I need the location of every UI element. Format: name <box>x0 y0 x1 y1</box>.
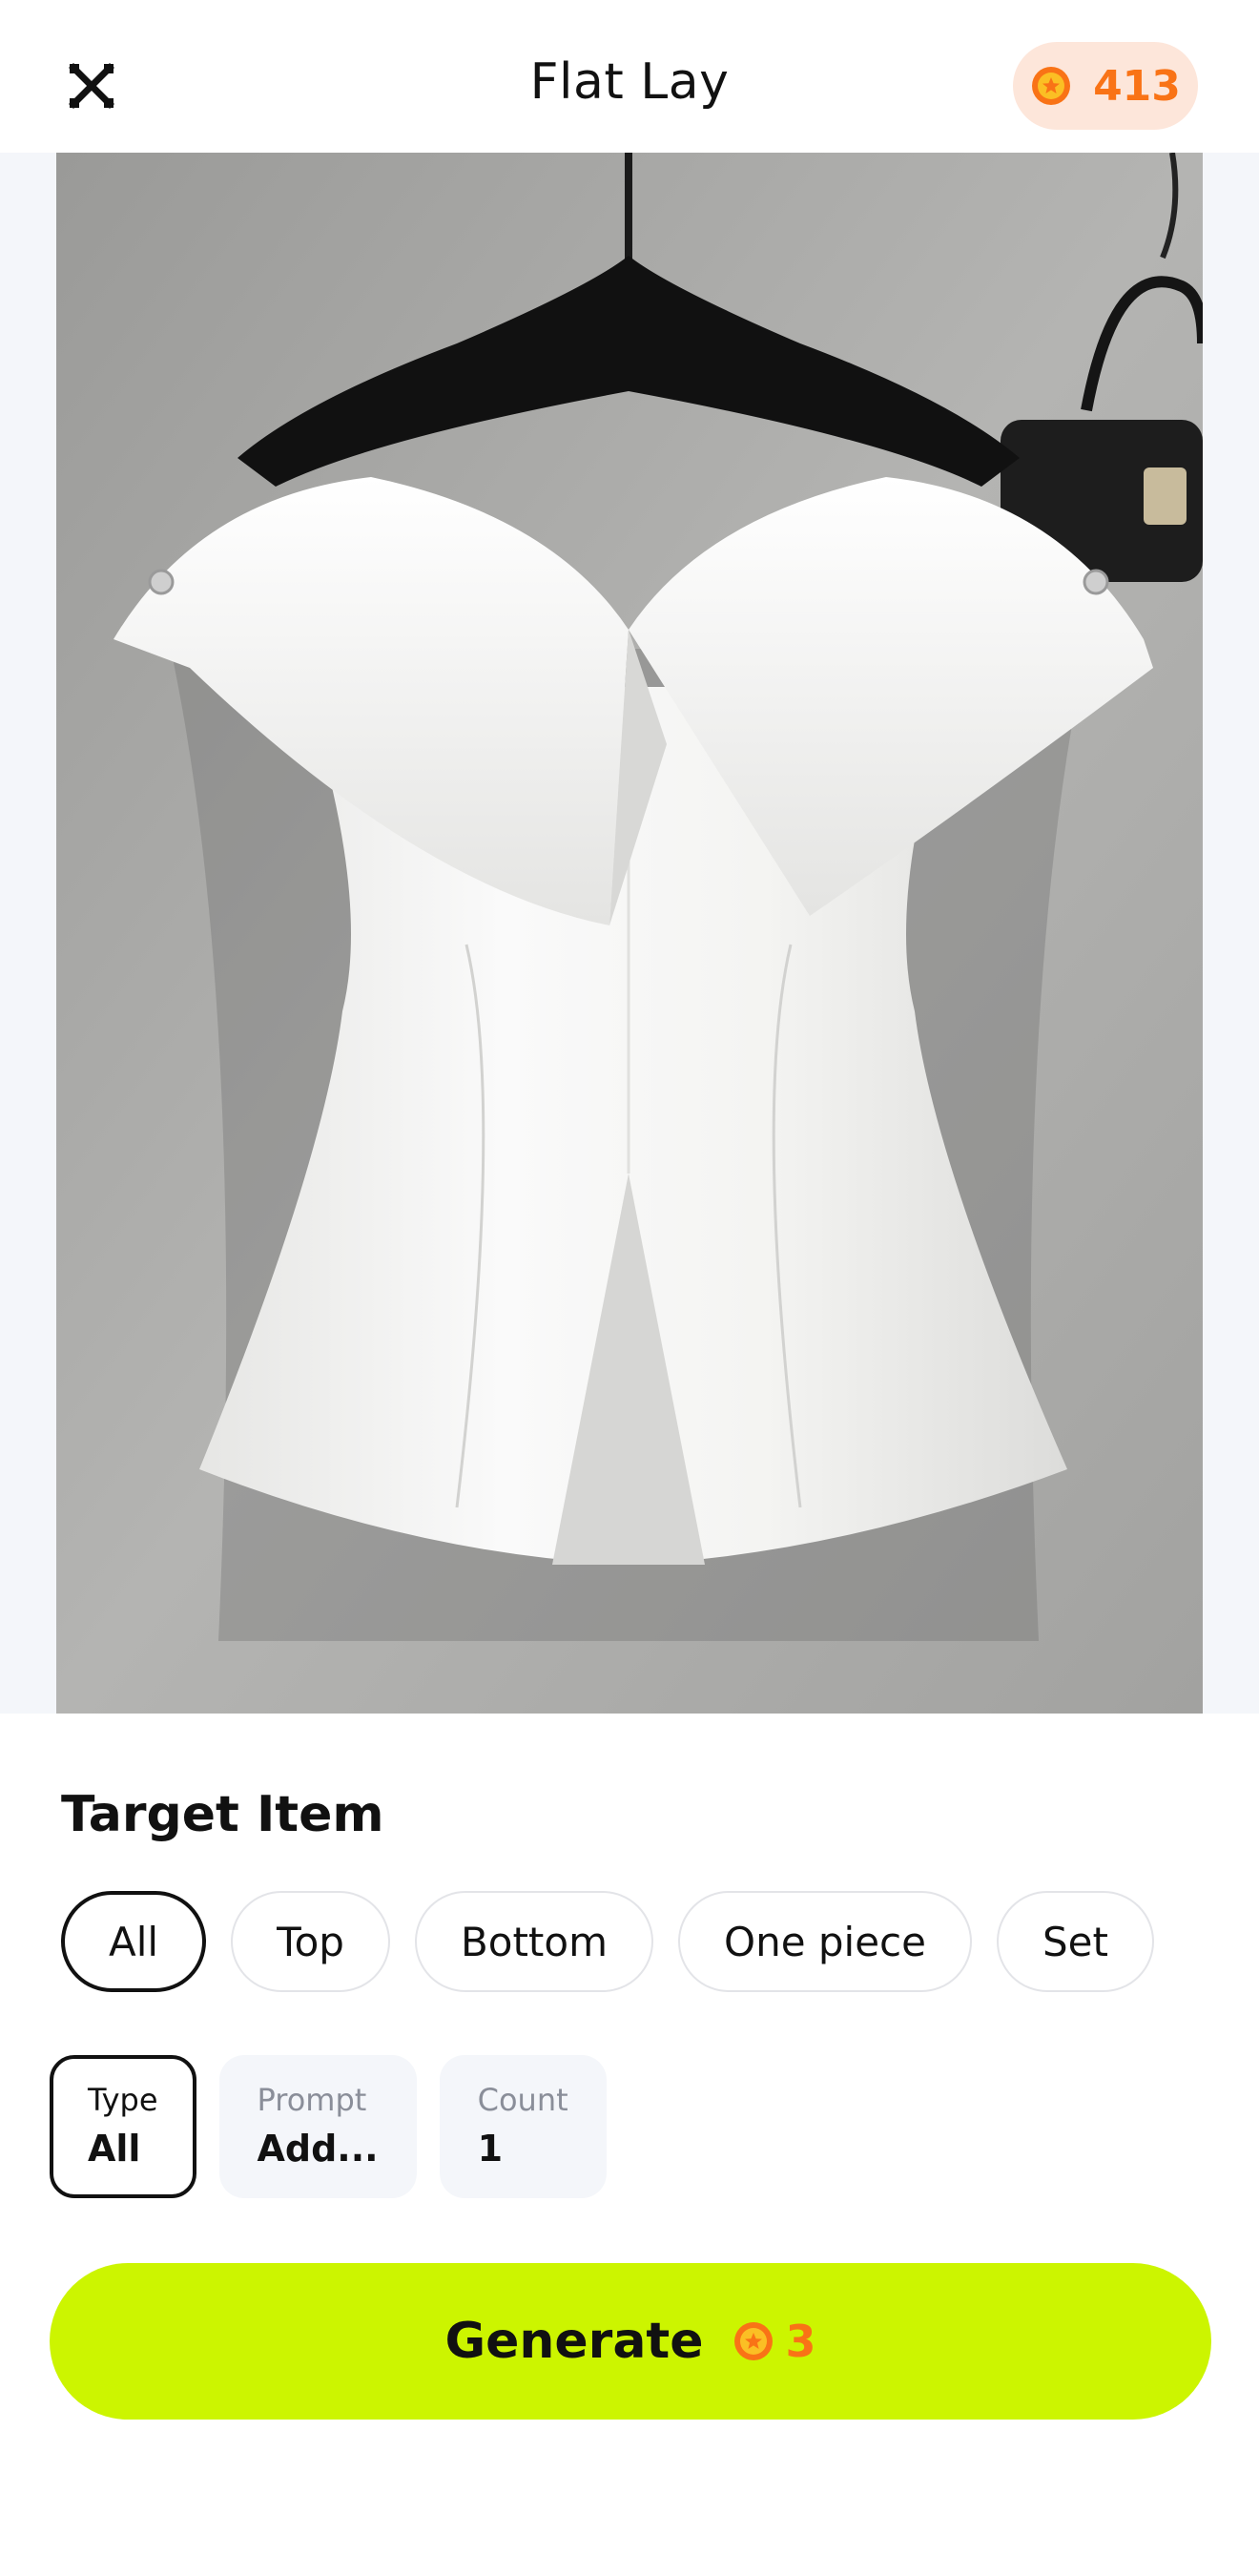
target-option-one-piece[interactable]: One piece <box>678 1891 972 1992</box>
generate-button[interactable]: Generate 3 <box>50 2263 1211 2420</box>
generation-params: Type All Prompt Add... Count 1 <box>50 2055 607 2198</box>
type-value: All <box>88 2128 141 2170</box>
generate-cost-value: 3 <box>785 2316 816 2367</box>
flat-lay-screen: Flat Lay 413 Target Item All Top Bottom … <box>0 0 1259 2576</box>
image-preview-area <box>0 153 1259 1714</box>
target-option-all[interactable]: All <box>61 1891 207 1992</box>
coin-icon <box>733 2322 773 2360</box>
type-label: Type <box>88 2082 158 2118</box>
prompt-label: Prompt <box>257 2082 367 2118</box>
target-option-label: Top <box>277 1918 344 1965</box>
type-selector[interactable]: Type All <box>50 2055 196 2198</box>
target-item-title: Target Item <box>61 1786 384 1843</box>
target-option-label: One piece <box>724 1918 926 1965</box>
prompt-selector[interactable]: Prompt Add... <box>218 2055 417 2198</box>
target-option-label: Bottom <box>460 1918 609 1965</box>
target-option-label: Set <box>1042 1918 1108 1965</box>
target-item-options: All Top Bottom One piece Set <box>61 1891 1154 1992</box>
coin-icon <box>1032 67 1071 105</box>
header: Flat Lay 413 <box>0 0 1259 153</box>
garment-image <box>56 153 1203 1714</box>
count-selector[interactable]: Count 1 <box>439 2055 607 2198</box>
credits-value: 413 <box>1093 61 1181 111</box>
generate-label: Generate <box>444 2313 704 2370</box>
garment-photo[interactable] <box>56 153 1203 1714</box>
count-value: 1 <box>477 2128 504 2170</box>
count-label: Count <box>477 2082 568 2118</box>
target-option-top[interactable]: Top <box>231 1891 390 1992</box>
credits-badge[interactable]: 413 <box>1013 42 1198 130</box>
generate-cost: 3 <box>733 2316 816 2367</box>
prompt-value: Add... <box>257 2128 379 2170</box>
target-option-set[interactable]: Set <box>996 1891 1154 1992</box>
target-option-label: All <box>109 1918 159 1965</box>
target-option-bottom[interactable]: Bottom <box>414 1891 654 1992</box>
